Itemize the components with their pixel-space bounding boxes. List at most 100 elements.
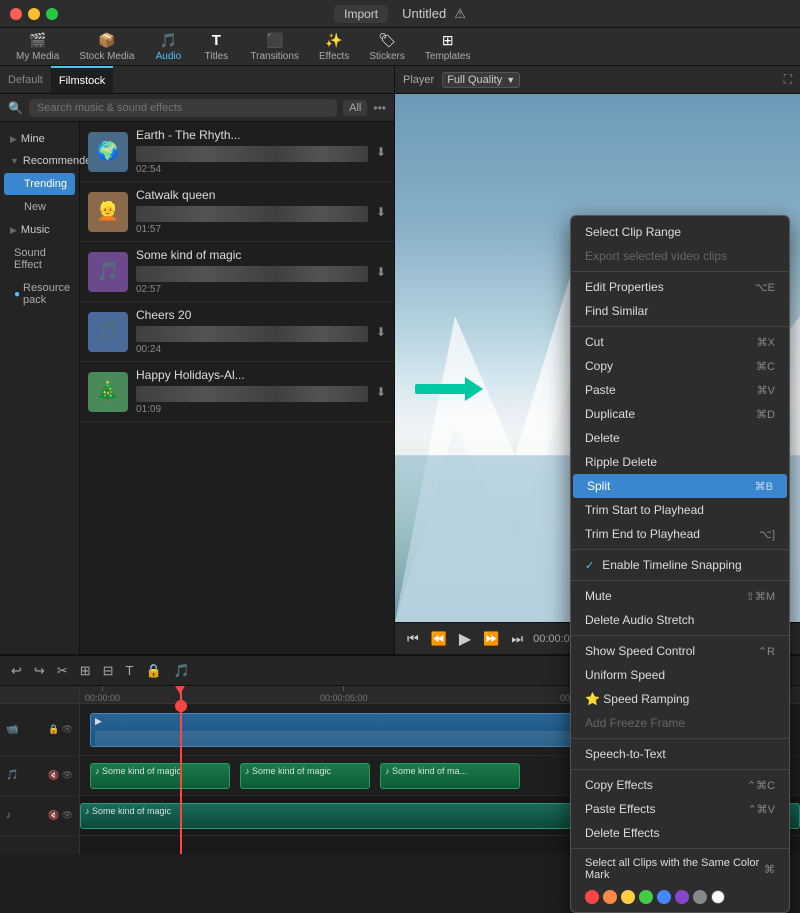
step-forward-button[interactable]: ⏩ (481, 629, 501, 649)
fullscreen-icon[interactable]: ⛶ (784, 72, 792, 87)
sidebar-item-music[interactable]: ▶ Music (0, 219, 79, 241)
music-eye-button[interactable]: 👁 (62, 810, 73, 821)
color-swatch-yellow[interactable] (621, 890, 635, 904)
play-button[interactable]: ▶ (457, 627, 473, 651)
ctx-speed-ramping[interactable]: ⭐ Speed Ramping (571, 687, 789, 711)
sidebar-item-recommended[interactable]: ▼ Recommended (0, 150, 79, 172)
download-icon-5[interactable]: ⬇ (376, 385, 386, 399)
music-arrow-icon: ▶ (10, 225, 17, 236)
audio-clip-3[interactable]: ♪ Some kind of ma... (380, 763, 520, 789)
ctx-trim-end[interactable]: Trim End to Playhead ⌥] (571, 522, 789, 546)
music-item[interactable]: 🎄 Happy Holidays-Al... 01:09 ⬇ (80, 362, 394, 422)
ctx-delete-effects[interactable]: Delete Effects (571, 821, 789, 845)
video-lock-button[interactable]: 🔒 (48, 724, 59, 735)
search-input[interactable] (29, 99, 337, 117)
download-icon-2[interactable]: ⬇ (376, 205, 386, 219)
search-icon: 🔍 (8, 101, 23, 115)
toolbar-templates[interactable]: ⊞ Templates (417, 28, 479, 66)
ruler-line (343, 686, 344, 691)
waveform-2 (136, 206, 368, 222)
ctx-delete-audio[interactable]: Delete Audio Stretch (571, 608, 789, 632)
sidebar-item-sound-effect[interactable]: Sound Effect (4, 242, 75, 276)
minimize-button[interactable] (28, 8, 40, 20)
zoom-fit-button[interactable]: ⊟ (100, 661, 117, 681)
audio-mute-button[interactable]: 🔇 (48, 770, 59, 781)
redo-button[interactable]: ↪ (31, 661, 48, 681)
toolbar-transitions[interactable]: ⬛ Transitions (242, 28, 307, 66)
ctx-paste-shortcut: ⌘V (757, 384, 775, 397)
color-swatch-orange[interactable] (603, 890, 617, 904)
playhead[interactable] (180, 704, 182, 854)
tab-default[interactable]: Default (0, 66, 51, 93)
tab-filmstock[interactable]: Filmstock (51, 66, 113, 93)
quality-select[interactable]: Full Quality ▼ (442, 72, 520, 88)
ctx-show-speed[interactable]: Show Speed Control ⌃R (571, 639, 789, 663)
ctx-speech-to-text[interactable]: Speech-to-Text (571, 742, 789, 766)
ctx-cut[interactable]: Cut ⌘X (571, 330, 789, 354)
sidebar-item-new[interactable]: New (4, 196, 75, 218)
sidebar-item-trending[interactable]: Trending (4, 173, 75, 195)
audio-eye-button[interactable]: 👁 (62, 770, 73, 781)
ctx-enable-snapping[interactable]: ✓ Enable Timeline Snapping (571, 553, 789, 577)
maximize-button[interactable] (46, 8, 58, 20)
ctx-select-clip-range[interactable]: Select Clip Range (571, 220, 789, 244)
close-button[interactable] (10, 8, 22, 20)
ctx-copy[interactable]: Copy ⌘C (571, 354, 789, 378)
toolbar-titles[interactable]: T Titles (194, 28, 238, 66)
undo-button[interactable]: ↩ (8, 661, 25, 681)
color-swatch-white[interactable] (711, 890, 725, 904)
ctx-split[interactable]: Split ⌘B (573, 474, 787, 498)
fast-forward-button[interactable]: ⏭ (509, 629, 525, 649)
music-item[interactable]: 🎵 Some kind of magic 02:57 ⬇ (80, 242, 394, 302)
playhead-handle[interactable] (175, 700, 187, 712)
toolbar-effects[interactable]: ✨ Effects (311, 28, 357, 66)
text-tool[interactable]: T (123, 661, 137, 680)
color-swatch-blue[interactable] (657, 890, 671, 904)
rewind-button[interactable]: ⏮ (405, 629, 421, 649)
color-swatch-green[interactable] (639, 890, 653, 904)
traffic-lights (10, 8, 58, 20)
ctx-paste-effects[interactable]: Paste Effects ⌃⌘V (571, 797, 789, 821)
lock-tool[interactable]: 🔒 (142, 661, 164, 681)
download-icon-4[interactable]: ⬇ (376, 325, 386, 339)
video-track-label: 📹 🔒 👁 (0, 704, 79, 756)
sidebar-item-resource-pack[interactable]: ● Resource pack (4, 277, 75, 311)
more-options-icon[interactable]: ••• (373, 101, 386, 115)
audio-clip-1[interactable]: ♪ Some kind of magic (90, 763, 230, 789)
ctx-trim-start[interactable]: Trim Start to Playhead (571, 498, 789, 522)
ctx-copy-effects[interactable]: Copy Effects ⌃⌘C (571, 773, 789, 797)
ctx-paste[interactable]: Paste ⌘V (571, 378, 789, 402)
download-icon-3[interactable]: ⬇ (376, 265, 386, 279)
music-item[interactable]: 🎵 Cheers 20 00:24 ⬇ (80, 302, 394, 362)
ctx-duplicate[interactable]: Duplicate ⌘D (571, 402, 789, 426)
ctx-select-same-color[interactable]: Select all Clips with the Same Color Mar… (571, 852, 789, 886)
toolbar-stickers[interactable]: 🏷 Stickers (361, 28, 413, 66)
color-swatch-purple[interactable] (675, 890, 689, 904)
ctx-duplicate-shortcut: ⌘D (756, 408, 775, 421)
toolbar-stock-media[interactable]: 📦 Stock Media (71, 28, 142, 66)
color-swatch-red[interactable] (585, 890, 599, 904)
ctx-ripple-delete[interactable]: Ripple Delete (571, 450, 789, 474)
audio-tool[interactable]: 🎵 (171, 661, 193, 681)
music-mute-button[interactable]: 🔇 (48, 810, 59, 821)
split-tool[interactable]: ✂ (54, 661, 71, 681)
ctx-mute[interactable]: Mute ⇧⌘M (571, 584, 789, 608)
sidebar-item-mine[interactable]: ▶ Mine (0, 128, 79, 150)
ctx-speed-shortcut: ⌃R (758, 645, 775, 658)
ctx-delete[interactable]: Delete (571, 426, 789, 450)
music-item[interactable]: 👱 Catwalk queen 01:57 ⬇ (80, 182, 394, 242)
step-back-button[interactable]: ⏪ (429, 629, 449, 649)
toolbar-audio[interactable]: 🎵 Audio (146, 28, 190, 66)
import-tab[interactable]: Import (334, 5, 388, 23)
color-swatch-gray[interactable] (693, 890, 707, 904)
music-item[interactable]: 🌍 Earth - The Rhyth... 02:54 ⬇ (80, 122, 394, 182)
video-eye-button[interactable]: 👁 (62, 724, 73, 735)
download-icon-1[interactable]: ⬇ (376, 145, 386, 159)
ctx-uniform-speed[interactable]: Uniform Speed (571, 663, 789, 687)
ctx-edit-properties[interactable]: Edit Properties ⌥E (571, 275, 789, 299)
ctx-find-similar[interactable]: Find Similar (571, 299, 789, 323)
all-filter-button[interactable]: All (343, 100, 367, 116)
toolbar-my-media[interactable]: 🎬 My Media (8, 28, 67, 66)
crop-tool[interactable]: ⊞ (77, 661, 94, 681)
audio-clip-2[interactable]: ♪ Some kind of magic (240, 763, 370, 789)
